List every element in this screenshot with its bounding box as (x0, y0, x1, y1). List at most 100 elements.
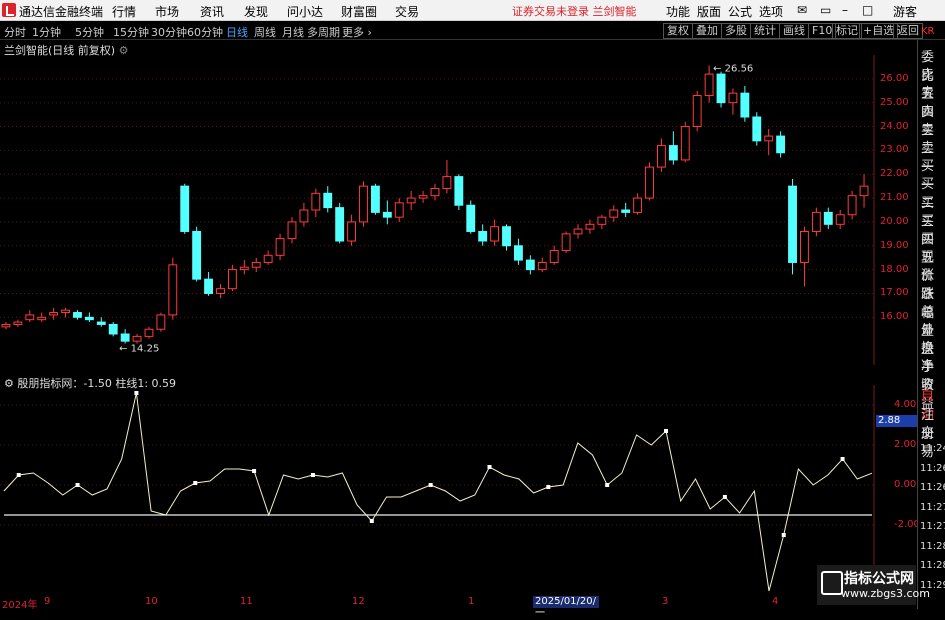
period-monthly[interactable]: 月线 (282, 24, 304, 40)
indicator-marker (75, 483, 80, 487)
candle-body (609, 209, 619, 218)
candle-body (13, 321, 23, 325)
candle-body (370, 185, 380, 213)
indicator-marker (134, 391, 139, 395)
time-stamp: 11:29 (920, 579, 945, 591)
stats-button[interactable]: 统计 (750, 23, 780, 39)
watermark-title: 指标公式网 (844, 571, 914, 587)
candle-body (597, 216, 607, 225)
candle-body (692, 95, 702, 128)
candle-body (168, 264, 178, 316)
indicator-chart[interactable] (0, 385, 875, 595)
indicator-tick: 2.00 (894, 439, 917, 450)
menu-quotes[interactable]: 行情 (112, 3, 136, 20)
period-multi[interactable]: 多周期 (307, 24, 340, 40)
kline-chart[interactable]: ← 26.56 ← 14.25 (0, 55, 875, 365)
candle-body (752, 116, 762, 142)
period-5min[interactable]: 5分钟 (75, 24, 104, 40)
indicator-title: ⚙ 殷朋指标网：-1.50 柱线1: 0.59 (4, 377, 177, 390)
low-label: ← 14.25 (119, 344, 159, 355)
candle-body (263, 254, 273, 263)
candle-body (537, 261, 547, 271)
menu-news[interactable]: 资讯 (200, 3, 224, 20)
price-tick: 21.00 (880, 192, 909, 204)
indicator-tick: 4.00 (894, 399, 917, 410)
candle-body (311, 192, 321, 211)
price-tick: 20.00 (880, 215, 909, 227)
menu-ask[interactable]: 问小达 (287, 3, 323, 20)
candle-body (740, 92, 750, 118)
user-label[interactable]: 游客 (893, 3, 917, 20)
candle-body (811, 211, 821, 232)
period-60min[interactable]: 60分钟 (187, 24, 223, 40)
candle-body (657, 145, 666, 168)
candle-body (382, 211, 392, 218)
menu-discover[interactable]: 发现 (244, 3, 268, 20)
period-30min[interactable]: 30分钟 (151, 24, 187, 40)
menu-options[interactable]: 选项 (759, 3, 783, 20)
indicator-marker (16, 473, 21, 477)
x-tick: 9 (44, 596, 51, 607)
indicator-marker (369, 519, 374, 523)
candle-body (299, 209, 309, 223)
app-title: 通达信金融终端 (19, 5, 104, 19)
candle-body (61, 309, 70, 314)
time-stamp: 11:28 (920, 540, 945, 552)
menu-function[interactable]: 功能 (666, 3, 690, 20)
period-more[interactable]: 更多 › (342, 24, 372, 40)
x-tick: 11 (240, 596, 253, 607)
candle-body (418, 195, 428, 199)
watermark: 指标公式网 www.zbgs3.com (817, 565, 930, 605)
period-1min[interactable]: 1分钟 (32, 24, 61, 40)
candle-body (73, 312, 82, 318)
menu-formula[interactable]: 公式 (728, 3, 752, 20)
candle-body (25, 314, 35, 321)
x-tick: 10 (145, 596, 158, 607)
maximize-icon[interactable]: □ (862, 3, 873, 17)
indicator-marker (722, 495, 727, 499)
multi-stock-button[interactable]: 多股 (721, 23, 751, 39)
period-daily[interactable]: 日线 (226, 24, 248, 40)
x-tick: 4 (772, 596, 779, 607)
monitor-icon[interactable]: ▭ (820, 3, 831, 17)
title-bar: 通达信金融终端 行情 市场 资讯 发现 问小达 财富圈 交易 证券交易未登录 兰… (0, 0, 945, 21)
back-button[interactable]: 返回 (893, 23, 923, 39)
candle-body (144, 328, 154, 337)
overlay-button[interactable]: 叠加 (692, 23, 722, 39)
menu-trade[interactable]: 交易 (395, 3, 419, 20)
login-status[interactable]: 证券交易未登录 兰剑智能 (512, 3, 637, 19)
candle-body (156, 314, 166, 330)
right-panel-code: KR (921, 26, 935, 37)
candle-body (287, 221, 297, 240)
candle-body (84, 316, 94, 321)
quote-action[interactable]: 交易 (921, 422, 945, 460)
time-stamp: 11:26 (920, 462, 945, 474)
candle-body (394, 202, 404, 218)
menu-wealth[interactable]: 财富圈 (341, 3, 377, 20)
candle-body (716, 73, 726, 104)
adjust-button[interactable]: 复权 (663, 23, 693, 39)
period-intraday[interactable]: 分时 (4, 24, 26, 40)
candle-body (835, 214, 845, 225)
price-tick: 18.00 (880, 263, 909, 275)
period-weekly[interactable]: 周线 (254, 24, 276, 40)
watermark-url: www.zbgs3.com (841, 587, 930, 600)
candle-body (204, 278, 213, 294)
indicator-marker (840, 457, 845, 461)
candle-body (180, 185, 190, 232)
price-tick: 22.00 (880, 168, 909, 180)
price-tick: 24.00 (880, 120, 909, 132)
mark-button[interactable]: 标记 (832, 23, 862, 39)
minimize-icon[interactable]: – (842, 3, 848, 17)
mail-icon[interactable]: ✉ (797, 3, 807, 17)
candle-body (502, 226, 511, 247)
menu-market[interactable]: 市场 (155, 3, 179, 20)
draw-button[interactable]: 画线 (779, 23, 809, 39)
settings-icon: ⚙ (4, 377, 18, 390)
period-15min[interactable]: 15分钟 (113, 24, 149, 40)
indicator-marker (781, 533, 786, 537)
menu-layout[interactable]: 版面 (697, 3, 721, 20)
time-stamp: 11:27 (920, 521, 945, 532)
candle-body (335, 207, 345, 242)
candle-body (406, 197, 416, 204)
